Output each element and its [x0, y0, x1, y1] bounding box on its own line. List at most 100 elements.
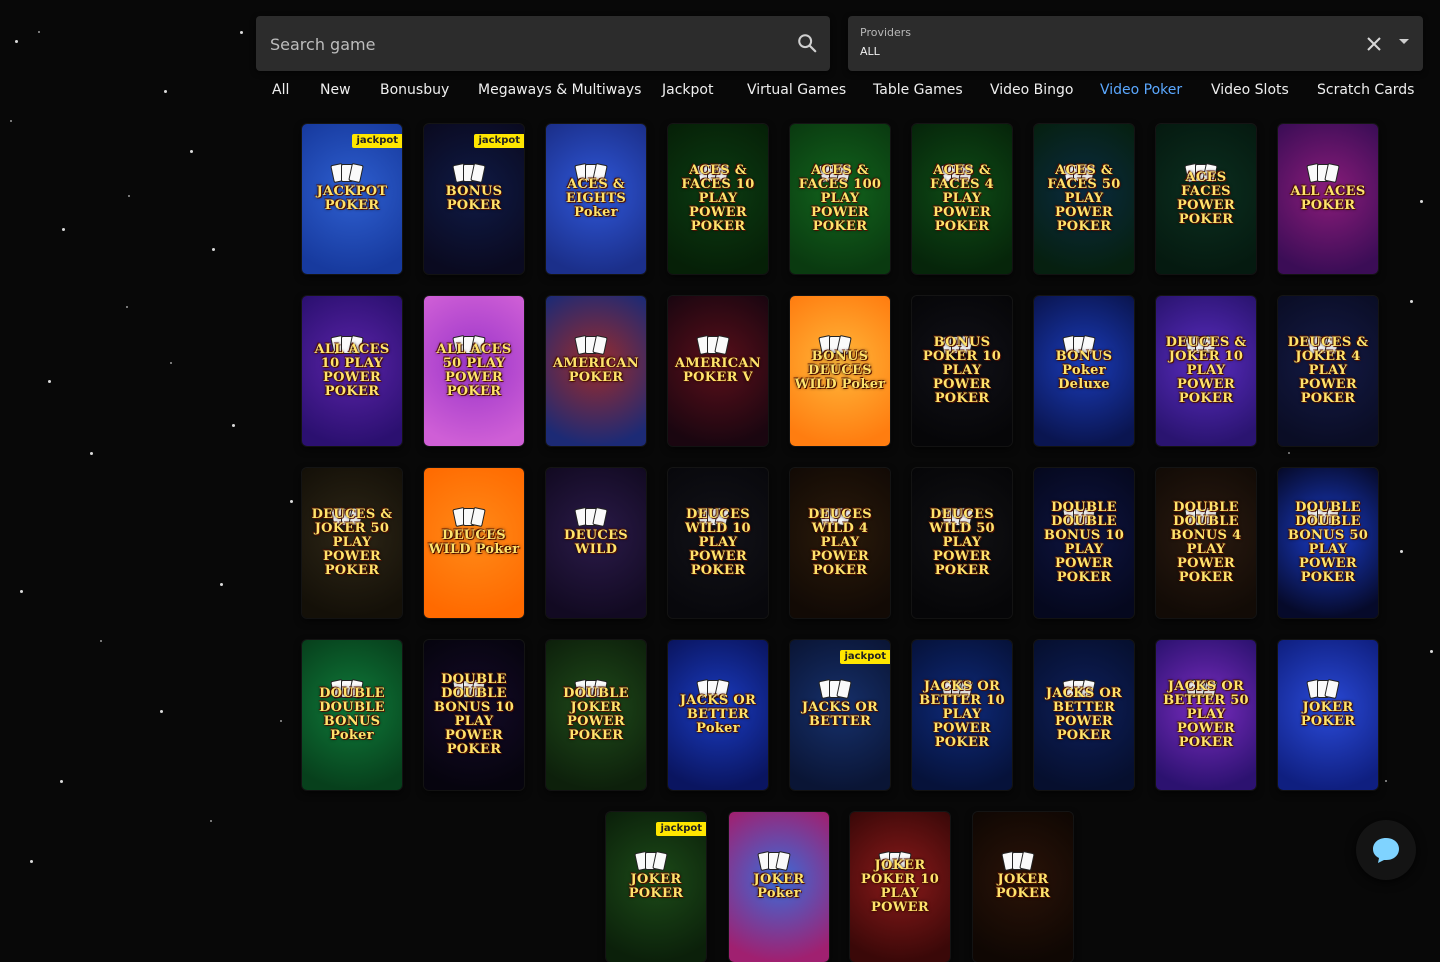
search-box[interactable]	[256, 16, 830, 73]
game-title: AMERICAN POKER	[553, 356, 639, 385]
jackpot-badge: jackpot	[474, 134, 524, 148]
jackpot-badge: jackpot	[840, 650, 890, 664]
tab-table-games[interactable]: Table Games	[873, 82, 963, 98]
game-title: ACES FACES POWER POKER	[1177, 170, 1235, 227]
star-dot	[1400, 550, 1403, 553]
game-tile[interactable]: JACKPOT POKER jackpot	[302, 124, 402, 274]
star-dot	[170, 362, 172, 364]
game-tile[interactable]: ALL ACES 50 PLAY POWER POKER	[424, 296, 524, 446]
playing-cards-icon	[452, 162, 494, 184]
game-tile[interactable]: DOUBLE JOKER POWER POKER	[546, 640, 646, 790]
card-icon	[1019, 850, 1035, 872]
playing-cards-icon	[818, 678, 860, 700]
chat-button[interactable]	[1356, 820, 1416, 880]
game-tile[interactable]: DEUCES WILD 10 PLAY POWER POKER	[668, 468, 768, 618]
game-tile[interactable]: DEUCES & JOKER 50 PLAY POWER POKER	[302, 468, 402, 618]
tab-video-slots[interactable]: Video Slots	[1211, 82, 1289, 98]
game-title: JOKER POKER	[995, 872, 1051, 901]
star-dot	[128, 195, 130, 197]
jackpot-badge: jackpot	[352, 134, 402, 148]
game-tile[interactable]: JACKS OR BETTER jackpot	[790, 640, 890, 790]
game-title: DOUBLE DOUBLE BONUS 10 PLAY POWER POKER	[1043, 500, 1125, 585]
game-tile[interactable]: JACKS OR BETTER 50 PLAY POWER POKER	[1156, 640, 1256, 790]
game-tile[interactable]: DOUBLE DOUBLE BONUS 10 PLAY POWER POKER	[1034, 468, 1134, 618]
game-tile[interactable]: DEUCES WILD Poker	[424, 468, 524, 618]
game-tile[interactable]: DEUCES & JOKER 4 PLAY POWER POKER	[1278, 296, 1378, 446]
game-title: JACKS OR BETTER 50 PLAY POWER POKER	[1163, 679, 1249, 750]
game-tile[interactable]: BONUS Poker Deluxe	[1034, 296, 1134, 446]
star-dot	[100, 640, 102, 642]
game-tile[interactable]: JOKER POKER jackpot	[606, 812, 706, 962]
search-icon[interactable]	[796, 32, 818, 54]
game-title: ALL ACES 10 PLAY POWER POKER	[314, 342, 390, 399]
game-title: DOUBLE DOUBLE BONUS 50 PLAY POWER POKER	[1287, 500, 1369, 585]
chevron-down-icon[interactable]	[1399, 39, 1409, 44]
providers-select[interactable]: Providers ALL	[848, 16, 1423, 71]
game-tile[interactable]: JACKS OR BETTER Poker	[668, 640, 768, 790]
game-tile[interactable]: BONUS DEUCES WILD Poker	[790, 296, 890, 446]
search-input[interactable]	[268, 16, 782, 73]
game-tile[interactable]: ACES FACES POWER POKER	[1156, 124, 1256, 274]
star-dot	[1410, 300, 1413, 303]
game-tile[interactable]: JOKER Poker	[729, 812, 829, 962]
tab-video-bingo[interactable]: Video Bingo	[990, 82, 1074, 98]
close-icon[interactable]	[1365, 35, 1383, 53]
game-title: DEUCES WILD 10 PLAY POWER POKER	[685, 507, 751, 578]
star-dot	[160, 710, 163, 713]
game-tile[interactable]: ACES & FACES 100 PLAY POWER POKER	[790, 124, 890, 274]
tab-new[interactable]: New	[320, 82, 351, 98]
tab-jackpot[interactable]: Jackpot	[662, 82, 713, 98]
game-title: AMERICAN POKER V	[675, 356, 761, 385]
game-tile[interactable]: JOKER POKER 10 PLAY POWER	[850, 812, 950, 962]
star-dot	[126, 306, 128, 308]
game-tile[interactable]: BONUS POKER 10 PLAY POWER POKER	[912, 296, 1012, 446]
game-tile[interactable]: DEUCES WILD 50 PLAY POWER POKER	[912, 468, 1012, 618]
tab-all[interactable]: All	[272, 82, 289, 98]
game-tile[interactable]: DOUBLE DOUBLE BONUS 4 PLAY POWER POKER	[1156, 468, 1256, 618]
game-tile[interactable]: JOKER POKER	[1278, 640, 1378, 790]
game-title: JOKER POKER	[1300, 700, 1356, 729]
game-tile[interactable]: JACKS OR BETTER POWER POKER	[1034, 640, 1134, 790]
tab-bonusbuy[interactable]: Bonusbuy	[380, 82, 449, 98]
game-tile[interactable]: BONUS POKER jackpot	[424, 124, 524, 274]
card-icon	[592, 334, 608, 356]
game-title: DOUBLE DOUBLE BONUS 10 PLAY POWER POKER	[433, 672, 515, 757]
game-tile[interactable]: DEUCES & JOKER 10 PLAY POWER POKER	[1156, 296, 1256, 446]
star-dot	[62, 228, 65, 231]
star-dot	[220, 583, 223, 586]
star-dot	[10, 120, 12, 122]
game-tile[interactable]: ALL ACES POKER	[1278, 124, 1378, 274]
game-tile[interactable]: DOUBLE DOUBLE BONUS 10 PLAY POWER POKER	[424, 640, 524, 790]
game-title: DOUBLE JOKER POWER POKER	[563, 686, 629, 743]
game-title: ACES & FACES 50 PLAY POWER POKER	[1047, 163, 1121, 234]
jackpot-badge: jackpot	[656, 822, 706, 836]
game-tile[interactable]: DEUCES WILD 4 PLAY POWER POKER	[790, 468, 890, 618]
game-title: ALL ACES 50 PLAY POWER POKER	[436, 342, 512, 399]
game-tile[interactable]: AMERICAN POKER V	[668, 296, 768, 446]
game-tile[interactable]: JACKS OR BETTER 10 PLAY POWER POKER	[912, 640, 1012, 790]
game-tile[interactable]: ACES & FACES 50 PLAY POWER POKER	[1034, 124, 1134, 274]
card-icon	[836, 678, 852, 700]
game-tile[interactable]: DOUBLE DOUBLE BONUS 50 PLAY POWER POKER	[1278, 468, 1378, 618]
game-tile[interactable]: ACES & EIGHTS Poker	[546, 124, 646, 274]
tab-scratch-cards[interactable]: Scratch Cards	[1317, 82, 1414, 98]
tab-megaways-multiways[interactable]: Megaways & Multiways	[478, 82, 641, 98]
playing-cards-icon	[757, 850, 799, 872]
tab-virtual-games[interactable]: Virtual Games	[747, 82, 846, 98]
game-tile[interactable]: DOUBLE DOUBLE BONUS Poker	[302, 640, 402, 790]
game-tile[interactable]: ALL ACES 10 PLAY POWER POKER	[302, 296, 402, 446]
game-tile[interactable]: DEUCES WILD	[546, 468, 646, 618]
game-tile[interactable]: JOKER POKER	[973, 812, 1073, 962]
game-tile[interactable]: ACES & FACES 10 PLAY POWER POKER	[668, 124, 768, 274]
game-title: JOKER POKER 10 PLAY POWER	[860, 858, 940, 915]
playing-cards-icon	[1001, 850, 1043, 872]
game-title: DEUCES WILD Poker	[428, 528, 520, 557]
card-icon	[775, 850, 791, 872]
star-dot	[1385, 780, 1387, 782]
chat-bubble-icon	[1373, 838, 1399, 863]
game-tile[interactable]: ACES & FACES 4 PLAY POWER POKER	[912, 124, 1012, 274]
star-dot	[280, 720, 282, 722]
tab-video-poker[interactable]: Video Poker	[1100, 82, 1182, 98]
game-tile[interactable]: AMERICAN POKER	[546, 296, 646, 446]
card-icon	[348, 162, 364, 184]
